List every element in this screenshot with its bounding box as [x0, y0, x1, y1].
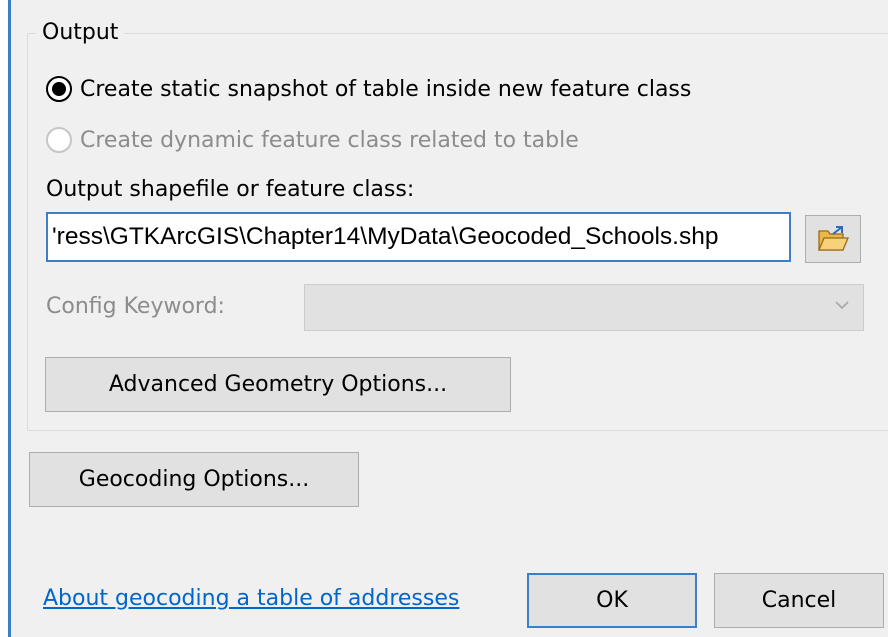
static-snapshot-label: Create static snapshot of table inside n… — [80, 76, 692, 102]
help-link[interactable]: About geocoding a table of addresses — [43, 584, 459, 614]
browse-button[interactable] — [805, 215, 861, 263]
geocoding-options-button[interactable]: Geocoding Options... — [29, 452, 359, 507]
chevron-down-icon — [835, 301, 849, 310]
config-keyword-label: Config Keyword: — [46, 294, 225, 319]
output-group-legend: Output — [36, 18, 125, 48]
output-path-input[interactable]: 'ress\GTKArcGIS\Chapter14\MyData\Geocode… — [46, 212, 791, 262]
advanced-geometry-options-button[interactable]: Advanced Geometry Options... — [45, 357, 511, 412]
cancel-button[interactable]: Cancel — [714, 573, 884, 628]
static-snapshot-radio[interactable] — [46, 76, 72, 102]
window-left-edge — [0, 0, 11, 637]
static-snapshot-radio-option[interactable]: Create static snapshot of table inside n… — [46, 73, 691, 105]
dynamic-feature-class-radio — [46, 127, 72, 153]
dynamic-feature-class-label: Create dynamic feature class related to … — [80, 127, 579, 153]
dynamic-feature-class-radio-option: Create dynamic feature class related to … — [46, 124, 579, 156]
output-path-label: Output shapefile or feature class: — [46, 177, 415, 202]
ok-button[interactable]: OK — [527, 573, 697, 628]
config-keyword-select — [304, 284, 864, 331]
open-folder-icon — [818, 226, 849, 251]
